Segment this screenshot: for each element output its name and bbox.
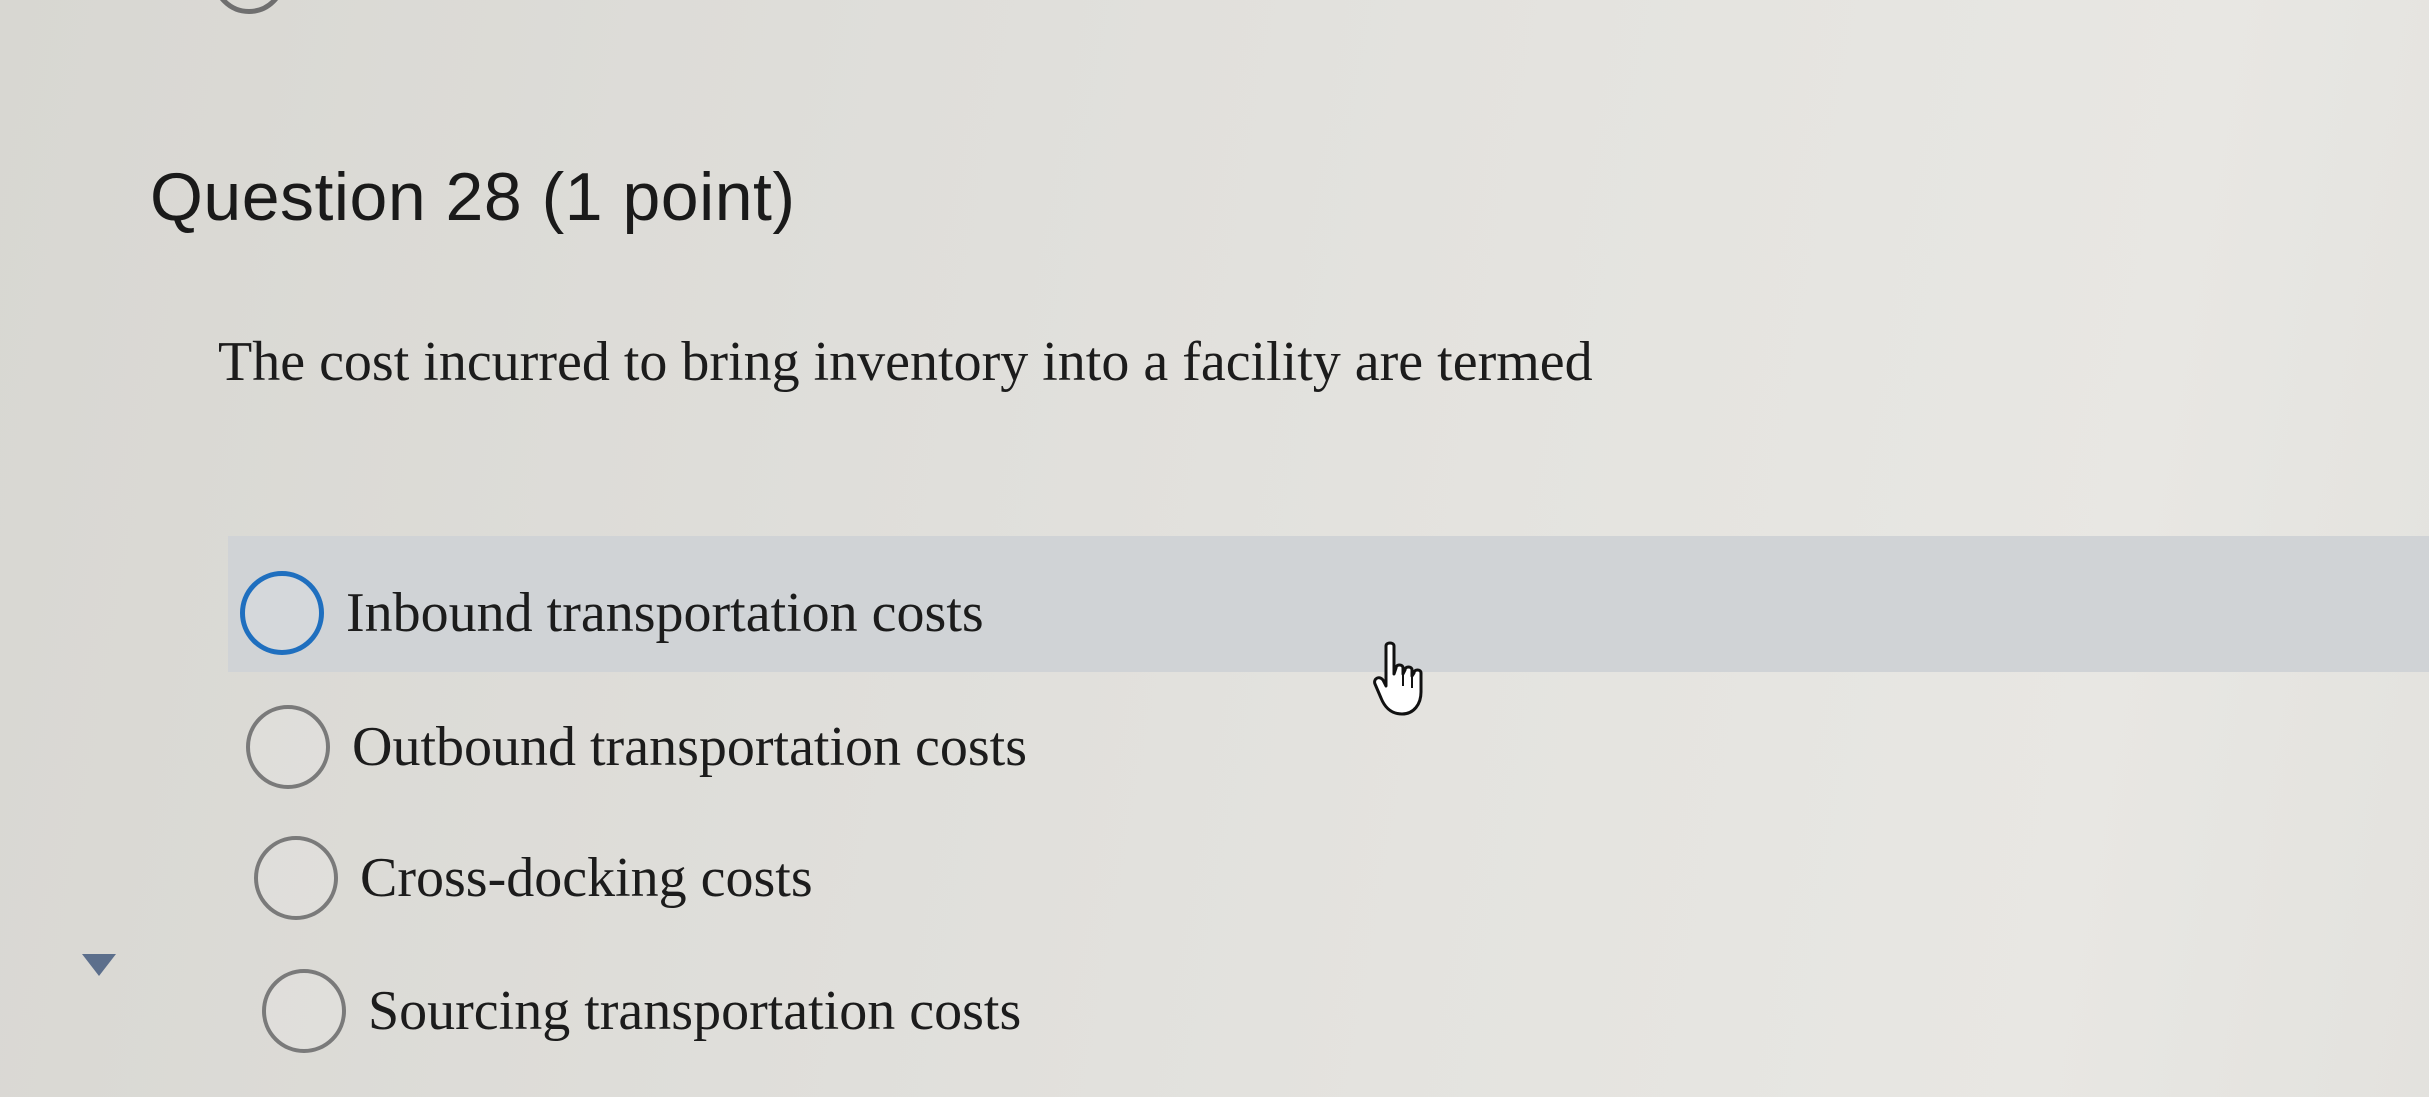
hand-pointer-icon: [1373, 641, 1423, 716]
answer-option-outbound[interactable]: Outbound transportation costs: [246, 702, 1027, 792]
answer-option-sourcing[interactable]: Sourcing transportation costs: [262, 966, 1021, 1056]
question-title: Question 28 (1 point): [150, 159, 796, 235]
radio-button-cross-docking[interactable]: [254, 836, 338, 920]
answer-option-cross-docking[interactable]: Cross-docking costs: [254, 833, 813, 923]
radio-button-inbound[interactable]: [240, 571, 324, 655]
question-prompt: The cost incurred to bring inventory int…: [218, 331, 1593, 393]
radio-button-outbound[interactable]: [246, 705, 330, 789]
previous-question-radio[interactable]: [212, 0, 286, 14]
answer-option-inbound[interactable]: Inbound transportation costs: [240, 568, 984, 658]
option-label: Sourcing transportation costs: [368, 980, 1022, 1042]
option-label: Inbound transportation costs: [346, 582, 984, 644]
option-label: Outbound transportation costs: [352, 716, 1028, 778]
radio-button-sourcing[interactable]: [262, 969, 346, 1053]
triangle-down-icon[interactable]: [82, 954, 116, 976]
option-label: Cross-docking costs: [360, 847, 813, 909]
